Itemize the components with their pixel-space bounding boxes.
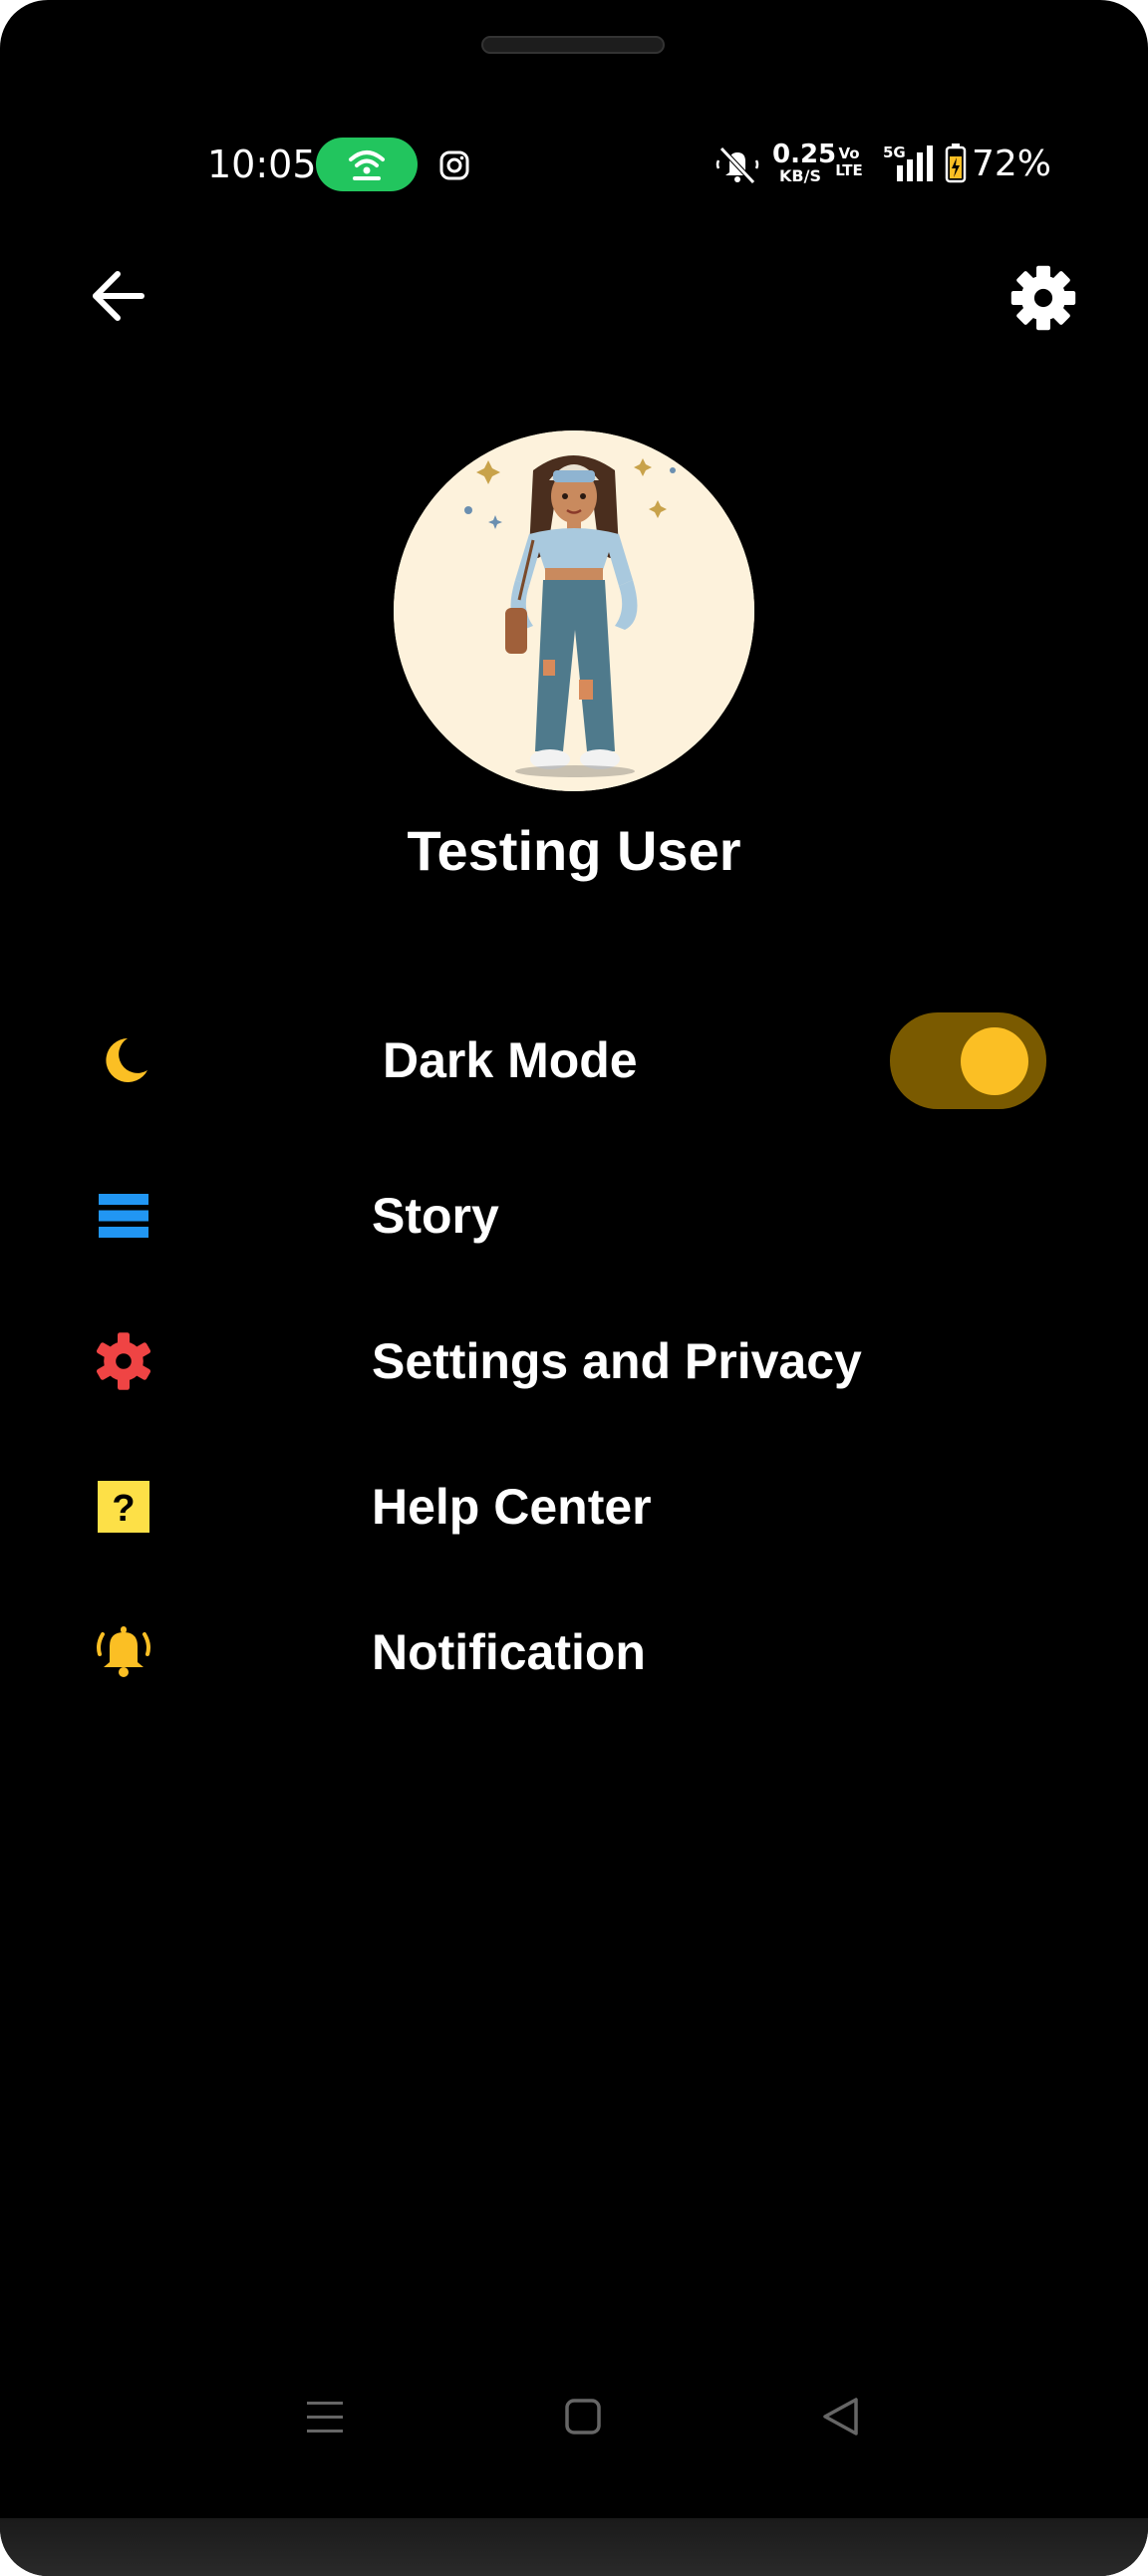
menu-item-label: Settings and Privacy [372,1333,862,1389]
network-type-label: 5G [883,143,906,161]
hotspot-indicator [316,138,418,191]
recent-apps-icon[interactable] [305,2398,345,2437]
profile-name: Testing User [407,819,741,882]
phone-screen: 10:05 0.25 KB/S Vo LTE 5G 72% Testing Us… [0,0,1148,2576]
battery-icon [945,143,967,183]
svg-text:?: ? [112,1488,135,1530]
network-speed-unit: KB/S [779,166,821,185]
earpiece-speaker [481,36,665,54]
home-icon[interactable] [564,2398,602,2435]
device-bottom-bezel [0,2518,1148,2576]
volte-indicator: Vo LTE [835,145,863,179]
moon-icon [106,1038,147,1082]
dark-mode-toggle[interactable] [890,1012,1046,1109]
toggle-knob [961,1027,1028,1095]
gear-icon [96,1332,151,1390]
battery-percentage: 72% [972,143,1052,184]
menu-item-settings-privacy[interactable]: Settings and Privacy [0,1301,1148,1421]
signal-strength-icon: 5G [883,143,933,181]
back-triangle-icon[interactable] [820,2396,860,2437]
avatar-illustration [394,430,754,791]
network-speed-value: 0.25 [772,140,837,169]
volte-top: Vo [838,144,860,162]
menu-item-label: Dark Mode [383,1032,638,1088]
menu-item-notification[interactable]: Notification [0,1592,1148,1712]
wifi-hotspot-icon [349,150,385,180]
help-icon: ? [98,1481,149,1533]
menu-item-story[interactable]: Story [0,1156,1148,1276]
menu-item-help-center[interactable]: ? Help Center [0,1447,1148,1567]
settings-gear-icon[interactable] [1008,263,1078,333]
network-speed: 0.25 KB/S [772,140,837,185]
back-arrow-icon[interactable] [88,265,149,327]
menu-item-label: Help Center [372,1479,652,1535]
silent-mode-icon [716,146,759,184]
instagram-icon [439,150,469,180]
volte-bottom: LTE [835,161,863,179]
profile-avatar[interactable] [394,430,754,791]
bell-icon [97,1626,150,1677]
menu-lines-icon [99,1194,148,1238]
menu-item-label: Story [372,1188,499,1244]
menu-item-label: Notification [372,1624,646,1680]
status-time: 10:05 [207,143,317,186]
